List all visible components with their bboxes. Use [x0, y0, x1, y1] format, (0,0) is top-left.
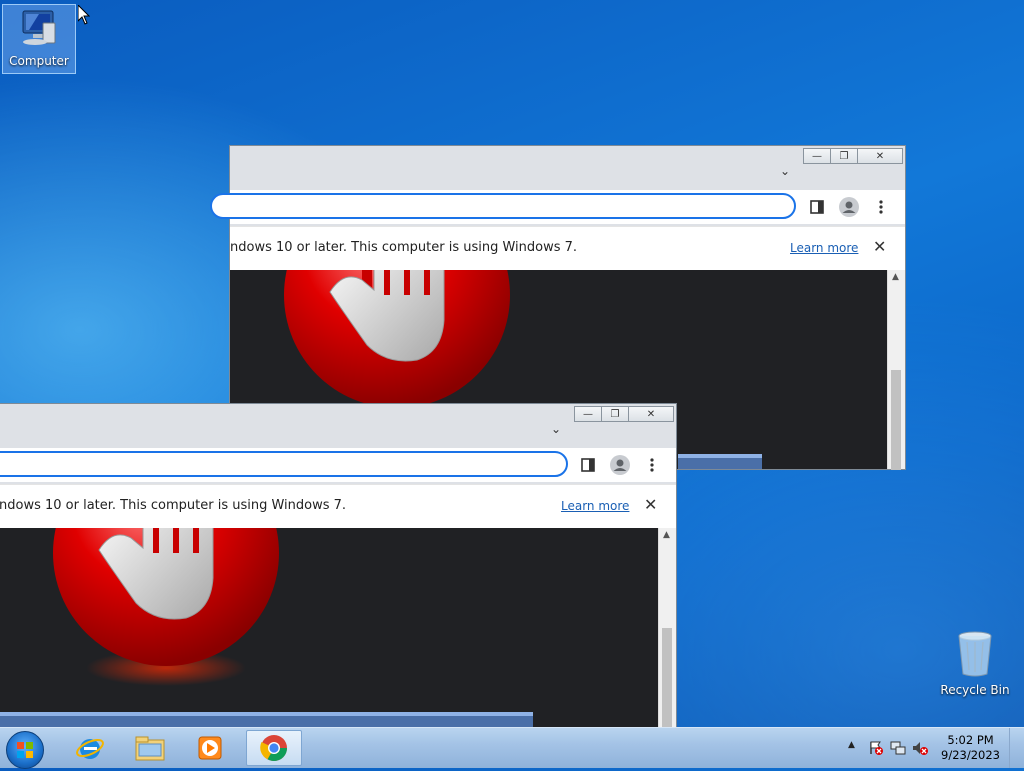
learn-more-link[interactable]: Learn more: [790, 241, 858, 255]
desktop-icon-label: Computer: [9, 54, 69, 68]
address-bar[interactable]: [0, 451, 568, 477]
address-bar[interactable]: [210, 193, 796, 219]
taskbar-chrome[interactable]: [246, 730, 302, 766]
stop-hand-icon: [284, 270, 510, 408]
menu-kebab-icon[interactable]: [641, 454, 663, 476]
network-icon[interactable]: [890, 740, 906, 756]
start-button[interactable]: [6, 731, 44, 769]
chrome-icon: [260, 735, 288, 762]
restore-icon: ❐: [839, 150, 849, 162]
volume-muted-icon[interactable]: [912, 740, 928, 756]
minimize-icon: —: [812, 150, 822, 162]
taskbar-clock[interactable]: 5:02 PM 9/23/2023: [941, 733, 1000, 763]
window-caption-buttons: — ❐ ✕: [574, 406, 674, 422]
stop-hand-icon: [53, 528, 279, 686]
desktop-icon-computer[interactable]: Computer: [2, 4, 76, 74]
profile-icon[interactable]: [838, 196, 860, 218]
scroll-thumb[interactable]: [662, 628, 672, 728]
restore-icon: ❐: [610, 408, 620, 420]
scroll-up-arrow-icon[interactable]: ▲: [663, 530, 670, 540]
explorer-icon: [135, 736, 165, 761]
close-window-button[interactable]: ✕: [628, 406, 674, 422]
infobar-message: ndows 10 or later. This computer is usin…: [230, 240, 578, 255]
taskbar: ▲ 5:02 PM 9/23/2023: [0, 727, 1024, 769]
restore-button[interactable]: ❐: [830, 148, 858, 164]
tab-search-chevron-icon[interactable]: ⌄: [551, 422, 561, 436]
unsupported-os-infobar: ndows 10 or later. This computer is usin…: [0, 484, 676, 529]
close-icon: ✕: [875, 150, 885, 162]
recycle-bin-icon: [958, 631, 992, 677]
infobar-close-icon[interactable]: ✕: [644, 495, 657, 514]
learn-more-link[interactable]: Learn more: [561, 499, 629, 513]
show-hidden-icons-arrow[interactable]: ▲: [848, 740, 855, 750]
system-tray: ▲ 5:02 PM 9/23/2023: [834, 728, 1024, 768]
side-panel-icon[interactable]: [577, 454, 599, 476]
browser-toolbar: [210, 190, 905, 224]
profile-icon[interactable]: [609, 454, 631, 476]
desktop-icon-label: Recycle Bin: [940, 683, 1010, 697]
windows-logo-icon: [17, 742, 33, 758]
clock-date: 9/23/2023: [941, 748, 1000, 762]
taskbar-media-player[interactable]: [182, 730, 238, 766]
infobar-message: ndows 10 or later. This computer is usin…: [0, 498, 347, 513]
browser-toolbar: [0, 448, 676, 482]
restore-button[interactable]: ❐: [601, 406, 629, 422]
minimize-icon: —: [583, 408, 593, 420]
side-panel-icon[interactable]: [806, 196, 828, 218]
infobar-close-icon[interactable]: ✕: [873, 237, 886, 256]
scroll-up-arrow-icon[interactable]: ▲: [892, 272, 899, 282]
unsupported-os-infobar: ndows 10 or later. This computer is usin…: [230, 226, 905, 271]
taskbar-windows-explorer[interactable]: [122, 730, 178, 766]
menu-kebab-icon[interactable]: [870, 196, 892, 218]
taskbar-internet-explorer[interactable]: [62, 730, 118, 766]
mouse-cursor-icon: [78, 5, 90, 25]
minimize-button[interactable]: —: [574, 406, 602, 422]
scroll-thumb[interactable]: [891, 370, 901, 470]
close-icon: ✕: [646, 408, 656, 420]
content-overlap-bar: [678, 454, 762, 469]
vertical-scrollbar[interactable]: ▲: [887, 270, 905, 470]
desktop-icon-recycle-bin[interactable]: Recycle Bin: [938, 630, 1012, 697]
close-window-button[interactable]: ✕: [857, 148, 903, 164]
action-center-flag-icon[interactable]: [868, 740, 884, 756]
page-content: [0, 528, 658, 727]
minimize-button[interactable]: —: [803, 148, 831, 164]
ie-icon: [76, 738, 104, 759]
clock-time: 5:02 PM: [947, 733, 994, 747]
window-caption-buttons: — ❐ ✕: [803, 148, 903, 164]
vertical-scrollbar[interactable]: ▲: [658, 528, 676, 728]
show-desktop-button[interactable]: [1009, 728, 1024, 768]
browser-window-front[interactable]: — ❐ ✕ ⌄ ndows 10 or later. This computer…: [0, 403, 677, 728]
media-player-icon: [198, 736, 222, 760]
computer-icon: [22, 10, 56, 45]
tab-search-chevron-icon[interactable]: ⌄: [780, 164, 790, 178]
content-overlap-bar: [0, 712, 533, 727]
